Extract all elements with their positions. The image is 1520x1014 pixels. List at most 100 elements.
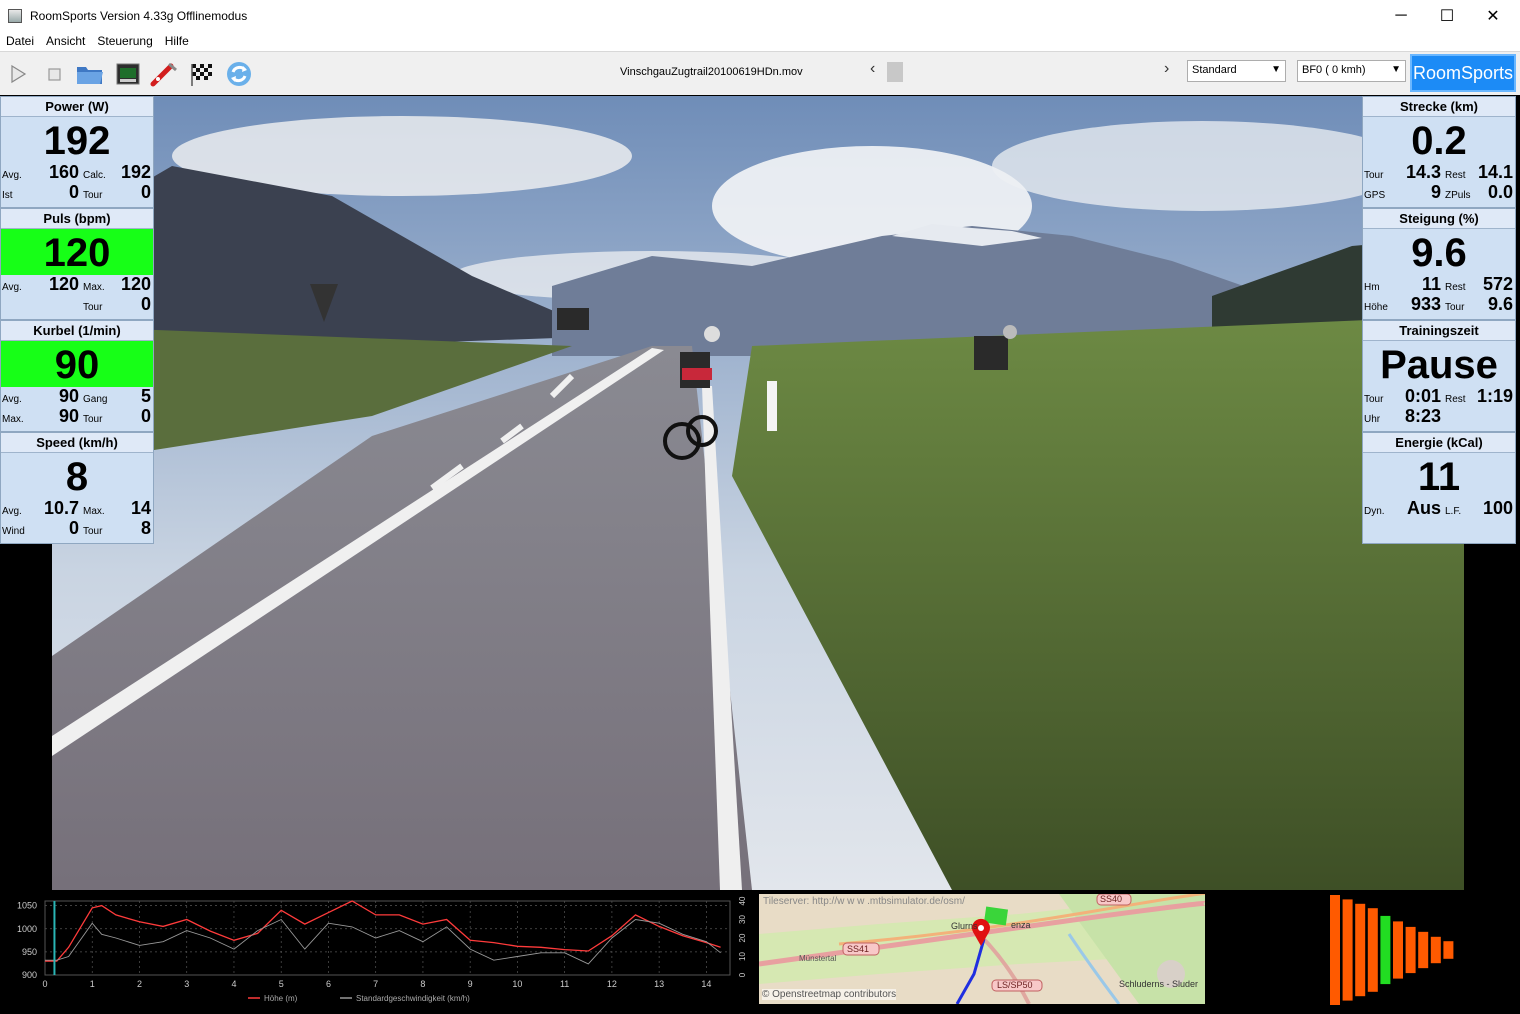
video-filename: VinschgauZugtrail20100619HDn.mov (620, 66, 803, 78)
mode-select[interactable]: Standard ▼ (1187, 60, 1286, 82)
video-frame (52, 96, 1464, 890)
minimize-button[interactable]: ─ (1378, 0, 1424, 31)
row-key: Rest (1445, 170, 1466, 181)
roomsports-window: RoomSports Version 4.33g Offlinemodus ─ … (0, 0, 1520, 1009)
row-key: Avg. (2, 282, 22, 293)
seek-scrollbar[interactable]: ‹ › (866, 60, 1182, 82)
x-tick-label: 0 (42, 979, 47, 989)
open-folder-icon[interactable] (75, 59, 105, 89)
row-key: Avg. (2, 394, 22, 405)
play-icon[interactable] (3, 59, 33, 89)
row-value: 0.0 (1487, 182, 1513, 202)
steigung-value: 9.6 (1411, 231, 1467, 275)
close-button[interactable]: ✕ (1470, 0, 1516, 31)
seek-thumb[interactable] (887, 62, 903, 82)
row-key: Gang (83, 394, 108, 405)
menu-ansicht[interactable]: Ansicht (40, 34, 91, 48)
bf-select[interactable]: BF0 ( 0 kmh) ▼ (1297, 60, 1406, 82)
energie-value: 11 (1417, 455, 1461, 499)
refresh-icon[interactable] (224, 59, 254, 89)
row-value: 10.7 (43, 498, 79, 518)
panel-row: Avg. 10.7 Max. 14 (1, 498, 153, 519)
roomsports-button[interactable]: RoomSports (1410, 54, 1516, 92)
seek-prev-button[interactable]: ‹ (870, 60, 875, 78)
x-tick-label: 10 (512, 979, 522, 989)
route-map[interactable]: Tileserver: http://w w w .mtbsimulator.d… (759, 894, 1205, 1004)
row-value: 14.1 (1477, 162, 1513, 182)
panel-row (1363, 519, 1515, 539)
level-bar (1367, 908, 1378, 992)
level-bars (1326, 894, 1456, 1006)
x-tick-label: 1 (90, 979, 95, 989)
level-bar (1430, 936, 1441, 964)
menu-steuerung[interactable]: Steuerung (91, 34, 158, 48)
x-tick-label: 9 (468, 979, 473, 989)
row-key: Rest (1445, 282, 1466, 293)
panel-power: Power (W) 192 Avg. 160 Calc. 192 Ist 0 T… (0, 96, 154, 208)
menu-datei[interactable]: Datei (0, 34, 40, 48)
legend-label: Standardgeschwindigkeit (km/h) (356, 994, 470, 1003)
row-key: Wind (2, 526, 25, 537)
x-tick-label: 14 (701, 979, 711, 989)
row-value: 100 (1482, 498, 1513, 518)
power-value: 192 (43, 119, 111, 163)
panel-speed: Speed (km/h) 8 Avg. 10.7 Max. 14 Wind 0 … (0, 432, 154, 544)
x-tick-label: 6 (326, 979, 331, 989)
maximize-button[interactable]: ☐ (1424, 0, 1470, 31)
monitor-icon[interactable] (113, 59, 143, 89)
row-value: 0 (140, 294, 151, 314)
panel-title: Kurbel (1/min) (1, 321, 153, 341)
row-key: Avg. (2, 506, 22, 517)
stop-icon[interactable] (39, 59, 69, 89)
row-key: Tour (1364, 170, 1384, 181)
row-value: 0 (68, 182, 79, 202)
chevron-down-icon: ▼ (1271, 64, 1281, 75)
row-key: Tour (83, 526, 103, 537)
video-scene (52, 96, 1464, 890)
level-bar (1418, 931, 1429, 969)
row-value: 0:01 (1404, 386, 1441, 406)
seek-next-button[interactable]: › (1164, 60, 1169, 78)
panel-row: Wind 0 Tour 8 (1, 518, 153, 539)
map-label-ss40: SS40 (1100, 894, 1123, 904)
x-tick-label: 12 (607, 979, 617, 989)
strecke-value: 0.2 (1411, 119, 1467, 163)
row-key: Rest (1445, 394, 1466, 405)
map-label-muenstertal: Münstertal (799, 954, 837, 963)
level-bar (1393, 921, 1403, 979)
panel-row: Tour 14.3 Rest 14.1 (1363, 162, 1515, 183)
menu-bar: Datei Ansicht Steuerung Hilfe (0, 31, 1520, 51)
y-tick-label: 900 (22, 970, 37, 980)
panel-row: Tour 0:01 Rest 1:19 (1363, 386, 1515, 407)
row-value: 0 (140, 182, 151, 202)
series-speed-line (45, 918, 721, 965)
row-value: Aus (1406, 498, 1441, 518)
level-bar (1380, 915, 1391, 985)
row-value: 5 (140, 386, 151, 406)
plot-frame (44, 900, 731, 976)
elevation-chart[interactable]: 0 1 2 3 4 5 6 7 8 9 10 11 12 13 14 900 950 1000 1050 0 10 20 3… (0, 893, 752, 1009)
kurbel-value: 90 (1, 341, 153, 387)
row-key: GPS (1364, 190, 1386, 201)
row-value: 14.3 (1405, 162, 1441, 182)
panel-strecke: Strecke (km) 0.2 Tour 14.3 Rest 14.1 GPS… (1362, 96, 1516, 208)
x-tick-label: 3 (184, 979, 189, 989)
panel-row: Höhe 933 Tour 9.6 (1363, 294, 1515, 315)
panel-row: Avg. 160 Calc. 192 (1, 162, 153, 183)
row-key: L.F. (1445, 506, 1462, 517)
row-key: Ist (2, 190, 13, 201)
panel-row: Avg. 90 Gang 5 (1, 386, 153, 407)
row-value: 160 (48, 162, 79, 182)
tools-icon[interactable] (149, 59, 179, 89)
panel-title: Steigung (%) (1363, 209, 1515, 229)
y2-tick-label: 40 (738, 896, 747, 905)
race-flag-icon[interactable] (187, 59, 217, 89)
panel-row: Uhr 8:23 (1363, 406, 1515, 427)
toolbar: VinschgauZugtrail20100619HDn.mov (0, 51, 1520, 95)
menu-hilfe[interactable]: Hilfe (159, 34, 195, 48)
row-value: 572 (1482, 274, 1513, 294)
bf-select-value: BF0 ( 0 kmh) (1302, 64, 1366, 76)
x-tick-label: 8 (420, 979, 425, 989)
row-key: Tour (83, 414, 103, 425)
panel-steigung: Steigung (%) 9.6 Hm 11 Rest 572 Höhe 933… (1362, 208, 1516, 320)
